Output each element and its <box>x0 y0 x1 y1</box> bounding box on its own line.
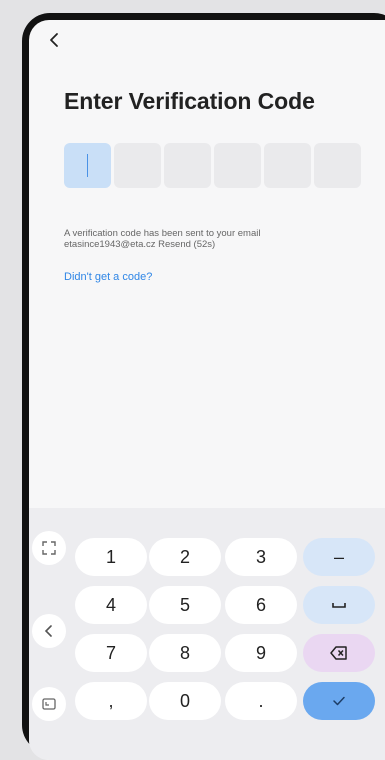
key-1[interactable]: 1 <box>75 538 147 576</box>
space-icon <box>332 603 346 608</box>
key-6[interactable]: 6 <box>225 586 297 624</box>
email-address: etasince1943@eta.cz <box>64 239 156 250</box>
message-line-2: etasince1943@eta.cz Resend (52s) <box>64 239 344 250</box>
resend-link[interactable]: Resend (52s) <box>158 239 215 250</box>
key-7[interactable]: 7 <box>75 634 147 672</box>
keyboard-collapse-button[interactable] <box>32 614 66 648</box>
keyboard-expand-button[interactable] <box>32 531 66 565</box>
didnt-get-code-link[interactable]: Didn't get a code? <box>64 271 152 283</box>
chevron-left-icon <box>50 33 58 47</box>
code-digit-6[interactable] <box>314 143 361 188</box>
verification-code-input[interactable] <box>64 143 361 188</box>
code-digit-4[interactable] <box>214 143 261 188</box>
key-5[interactable]: 5 <box>149 586 221 624</box>
key-4[interactable]: 4 <box>75 586 147 624</box>
key-9[interactable]: 9 <box>225 634 297 672</box>
backspace-icon <box>330 646 347 660</box>
key-backspace[interactable] <box>303 634 375 672</box>
chevron-left-icon <box>44 625 52 637</box>
expand-icon <box>42 541 56 555</box>
verification-message: A verification code has been sent to you… <box>64 228 344 250</box>
page-title: Enter Verification Code <box>64 88 315 114</box>
text-cursor <box>87 154 88 177</box>
checkmark-icon <box>333 696 345 706</box>
message-line: A verification code has been sent to you… <box>64 228 261 239</box>
key-dot[interactable]: . <box>225 682 297 720</box>
key-space[interactable] <box>303 586 375 624</box>
key-2[interactable]: 2 <box>149 538 221 576</box>
key-3[interactable]: 3 <box>225 538 297 576</box>
code-digit-3[interactable] <box>164 143 211 188</box>
key-comma[interactable]: , <box>75 682 147 720</box>
key-confirm[interactable] <box>303 682 375 720</box>
keyboard-resize-icon <box>42 698 56 710</box>
numeric-keyboard: 1 2 3 – 4 5 6 7 8 9 , 0 . <box>29 508 385 760</box>
keyboard-resize-button[interactable] <box>32 687 66 721</box>
key-8[interactable]: 8 <box>149 634 221 672</box>
code-digit-2[interactable] <box>114 143 161 188</box>
back-button[interactable] <box>43 28 67 52</box>
code-digit-1[interactable] <box>64 143 111 188</box>
code-digit-5[interactable] <box>264 143 311 188</box>
screen: Enter Verification Code A verification c… <box>29 20 385 760</box>
key-0[interactable]: 0 <box>149 682 221 720</box>
key-minus[interactable]: – <box>303 538 375 576</box>
